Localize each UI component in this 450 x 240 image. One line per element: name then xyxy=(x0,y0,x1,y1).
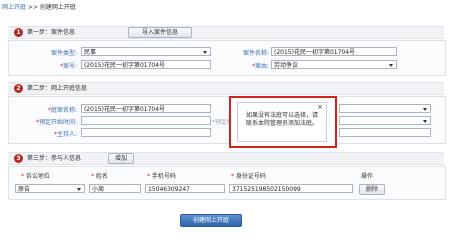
header-id: * 身份证号码 xyxy=(231,173,266,180)
presiding-field[interactable] xyxy=(81,128,211,137)
court-hint-text: 如果没有法庭可以选择，请联系本院管理员添加法庭。 xyxy=(246,112,319,127)
court-select[interactable] xyxy=(339,104,431,113)
phone-field[interactable] xyxy=(339,128,431,137)
close-icon[interactable]: × xyxy=(317,103,323,111)
participants-table: * 诉讼地位 * 姓名 * 手机号码 * 身份证号码 操作 原告 小周 1504… xyxy=(8,166,446,200)
presiding-label: *主持人: xyxy=(53,131,77,138)
case-type-label: 案件类型: xyxy=(50,50,77,57)
case-type-select[interactable]: 民事 xyxy=(81,47,211,56)
court-hint-tooltip: × 如果没有法庭可以选择，请联系本院管理员添加法庭。 xyxy=(237,102,327,142)
header-phone: * 手机号码 xyxy=(147,173,176,180)
step1-title: 第一步：案件信息 xyxy=(27,29,76,36)
breadcrumb-separator: >> xyxy=(26,4,40,11)
cause-select[interactable]: 劳动争议 xyxy=(271,60,397,69)
participant-id-field[interactable]: 371525198502150099 xyxy=(229,184,353,193)
case-number-field[interactable]: (2015)花民一初字第01704号 xyxy=(81,60,211,69)
breadcrumb-home-link[interactable]: 网上开庭 xyxy=(2,4,26,11)
step3-header: 3 第三步：参与人信息 增加 xyxy=(8,152,444,165)
court-hint-popup: × 如果没有法庭可以选择，请联系本院管理员添加法庭。 xyxy=(229,96,337,148)
session-name-field[interactable]: (2015)花民一初字第01704号 xyxy=(81,104,211,113)
create-session-button[interactable]: 创建网上开庭 xyxy=(180,214,242,227)
end-time-field[interactable] xyxy=(339,116,431,125)
import-case-button[interactable]: 导入案件信息 xyxy=(128,27,192,38)
step2-number-badge: 2 xyxy=(14,84,23,93)
step1-number-badge: 1 xyxy=(14,28,23,37)
step3-number-badge: 3 xyxy=(14,154,23,163)
breadcrumb-current: 创建网上开庭 xyxy=(39,4,76,11)
participant-phone-field[interactable]: 15046309247 xyxy=(145,184,225,193)
start-time-label: *预定开始时间: xyxy=(35,119,77,126)
step2-panel: *庭审名称: (2015)花民一初字第01704号 *预定开始时间: *主持人:… xyxy=(8,96,446,144)
header-role: * 诉讼地位 xyxy=(21,173,50,180)
add-participant-button[interactable]: 增加 xyxy=(108,153,134,164)
header-name: * 姓名 xyxy=(91,173,108,180)
participant-name-field[interactable]: 小周 xyxy=(89,184,141,193)
case-name-label: 案件名称: xyxy=(242,50,269,57)
step1-panel: 案件类型: 民事 案件名称: (2015)花民一初字第01704号 *案号: (… xyxy=(8,40,446,76)
case-number-label: *案号: xyxy=(59,63,77,70)
step2-header: 2 第二步：网上开庭信息 xyxy=(8,82,444,95)
participant-role-select[interactable]: 原告 xyxy=(15,184,85,193)
header-actions: 操作 xyxy=(361,173,374,180)
session-name-label: *庭审名称: xyxy=(47,107,77,114)
step3-title: 第三步：参与人信息 xyxy=(27,155,82,162)
step1-header: 1 第一步：案件信息 导入案件信息 xyxy=(8,26,444,39)
delete-participant-button[interactable]: 删除 xyxy=(359,184,385,195)
step2-title: 第二步：网上开庭信息 xyxy=(27,85,88,92)
start-time-field[interactable] xyxy=(81,116,211,125)
cause-label: *案由: xyxy=(251,63,269,70)
breadcrumb: 网上开庭 >> 创建网上开庭 xyxy=(2,2,76,11)
case-name-field[interactable]: (2015)花民一初字第01704号 xyxy=(271,47,397,56)
